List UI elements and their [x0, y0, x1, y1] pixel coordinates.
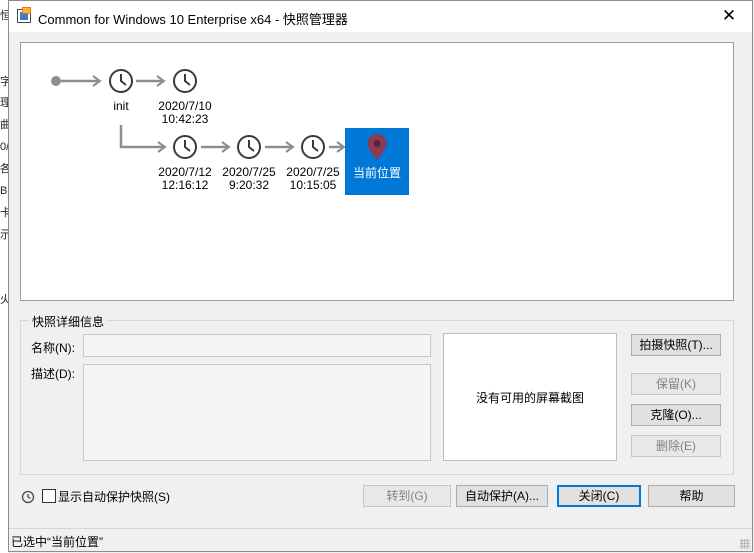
name-field[interactable] [83, 334, 431, 357]
clock-icon [301, 135, 325, 159]
help-button[interactable]: 帮助 [648, 485, 735, 507]
current-position-node[interactable]: 当前位置 [345, 128, 409, 195]
snapshot-time: 10:15:05 [289, 178, 337, 192]
snapshot-node-2020-7-25-a[interactable] [235, 133, 263, 161]
clock-icon [173, 69, 197, 93]
window-title: Common for Windows 10 Enterprise x64 - 快… [38, 12, 348, 27]
delete-button[interactable]: 删除(E) [631, 435, 721, 457]
snapshot-time: 10:42:23 [161, 112, 209, 126]
clone-button[interactable]: 克隆(O)... [631, 404, 721, 426]
show-autoprotect-checkbox[interactable] [42, 489, 56, 503]
snapshot-node-2020-7-10[interactable] [171, 67, 199, 95]
snapshot-manager-dialog: Common for Windows 10 Enterprise x64 - 快… [8, 0, 753, 552]
description-label: 描述(D): [31, 367, 75, 381]
autoprotect-button[interactable]: 自动保护(A)... [456, 485, 548, 507]
resize-grip[interactable] [740, 539, 750, 549]
snapshot-node-2020-7-25-b[interactable] [299, 133, 327, 161]
current-position-label: 当前位置 [352, 166, 401, 180]
take-snapshot-button[interactable]: 拍摄快照(T)... [631, 334, 721, 356]
clock-icon [109, 69, 133, 93]
snapshot-tree-canvas[interactable]: init 2020/7/10 10:42:23 2020/7/12 12:16:… [20, 42, 734, 301]
title-bar[interactable]: Common for Windows 10 Enterprise x64 - 快… [9, 1, 752, 32]
show-autoprotect-label[interactable]: 显示自动保护快照(S) [58, 488, 170, 505]
description-field[interactable] [83, 364, 431, 461]
clock-icon [237, 135, 261, 159]
keep-button[interactable]: 保留(K) [631, 373, 721, 395]
no-screenshot-text: 没有可用的屏幕截图 [475, 390, 584, 405]
clock-icon [173, 135, 197, 159]
bg-glyph: B [0, 185, 8, 197]
status-text: 已选中“当前位置” [11, 535, 103, 549]
name-label: 名称(N): [31, 341, 75, 355]
close-button[interactable]: 关闭(C) [557, 485, 641, 507]
group-title: 快照详细信息 [29, 313, 108, 330]
snapshot-node-2020-7-12[interactable] [171, 133, 199, 161]
goto-button[interactable]: 转到(G) [363, 485, 451, 507]
vmware-app-icon [17, 7, 31, 23]
screenshot-preview: 没有可用的屏幕截图 [443, 333, 617, 461]
location-pin-icon [367, 134, 387, 160]
history-icon [21, 490, 35, 504]
status-bar: 已选中“当前位置” [9, 528, 752, 551]
close-window-button[interactable]: ✕ [706, 1, 752, 32]
snapshot-node-init[interactable] [107, 67, 135, 95]
